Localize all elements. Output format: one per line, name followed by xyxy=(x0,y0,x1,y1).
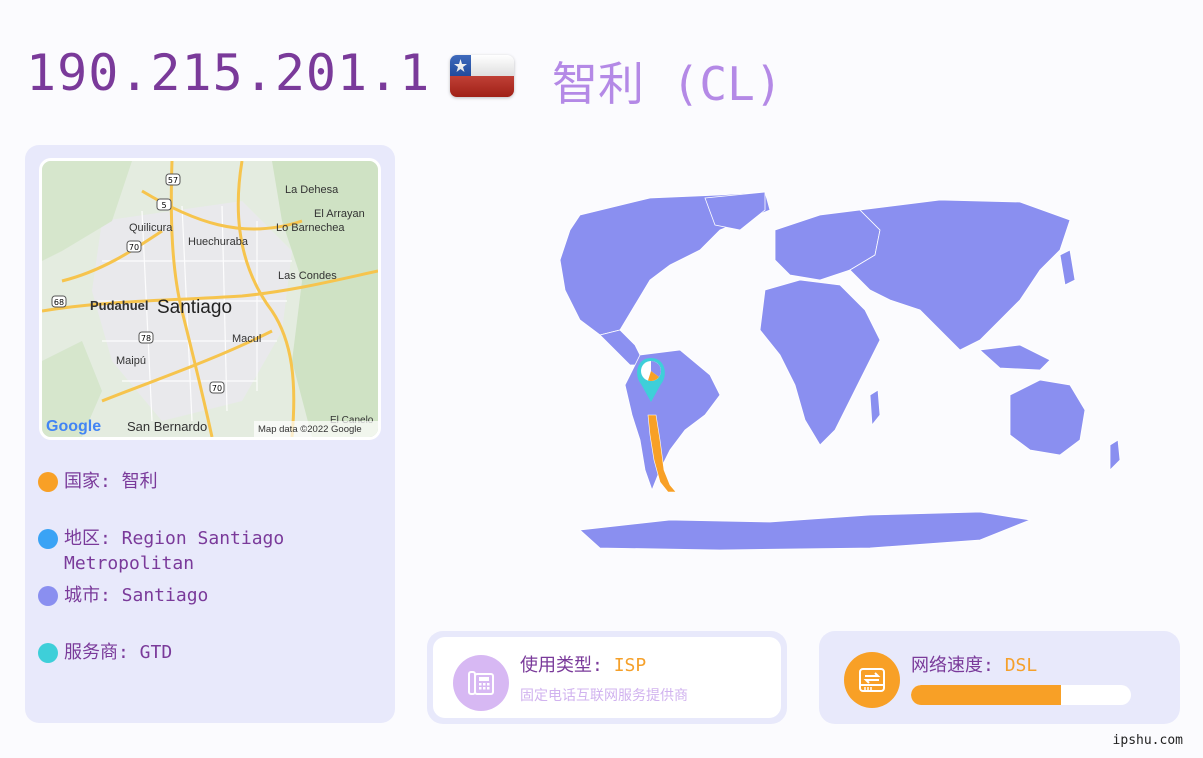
map-label-lo-barnechea: Lo Barnechea xyxy=(276,222,345,234)
new-zealand xyxy=(1109,439,1121,471)
usage-type-description: 固定电话互联网服务提供商 xyxy=(520,688,688,704)
indonesia xyxy=(979,344,1051,371)
route-shield-70b: 70 xyxy=(212,384,222,393)
network-speed-card: 网络速度: DSL xyxy=(819,631,1180,724)
map-label-el-arrayan: El Arrayan xyxy=(314,208,365,220)
network-speed-label: 网络速度: DSL xyxy=(911,655,1038,676)
map-label-san-bernardo: San Bernardo xyxy=(127,419,207,434)
phone-icon xyxy=(453,655,509,711)
page-root: 190.215.201.1 智利 (CL) 57 5 70 68 78 70 L… xyxy=(0,0,1203,758)
location-info-card: 57 5 70 68 78 70 La Dehesa El Arrayan Qu… xyxy=(25,145,395,723)
map-label-macul: Macul xyxy=(232,333,261,345)
blue-dot-icon xyxy=(38,529,58,549)
speed-progress-track xyxy=(911,685,1131,705)
route-shield-5: 5 xyxy=(161,201,166,210)
australia xyxy=(1009,379,1086,456)
santiago-mini-map[interactable]: 57 5 70 68 78 70 La Dehesa El Arrayan Qu… xyxy=(39,158,381,440)
madagascar xyxy=(869,389,881,427)
map-label-pudahuel: Pudahuel xyxy=(90,298,149,313)
google-logo: Google xyxy=(46,418,101,435)
map-label-las-condes: Las Condes xyxy=(278,270,337,282)
africa xyxy=(759,279,881,446)
usage-type-inner: 使用类型: ISP 固定电话互联网服务提供商 xyxy=(433,637,781,718)
route-shield-70: 70 xyxy=(129,243,139,252)
route-shield-68: 68 xyxy=(54,298,64,307)
map-label-quilicura: Quilicura xyxy=(129,222,173,234)
network-speed-value: DSL xyxy=(1004,655,1038,676)
world-map[interactable] xyxy=(420,170,1180,570)
japan xyxy=(1059,249,1076,286)
teal-dot-icon xyxy=(38,643,58,663)
asia xyxy=(849,199,1071,351)
periwinkle-dot-icon xyxy=(38,586,58,606)
map-label-maipu: Maipú xyxy=(116,355,146,367)
info-isp: 服务商: GTD xyxy=(38,640,172,665)
orange-dot-icon xyxy=(38,472,58,492)
info-city: 城市: Santiago xyxy=(38,583,208,608)
info-region: 地区: Region Santiago Metropolitan xyxy=(38,526,284,576)
map-label-santiago: Santiago xyxy=(157,297,232,318)
network-device-icon xyxy=(844,652,900,708)
map-label-la-dehesa: La Dehesa xyxy=(285,184,339,196)
map-label-huechuraba: Huechuraba xyxy=(188,236,249,248)
info-country: 国家: 智利 xyxy=(38,469,158,494)
site-footer[interactable]: ipshu.com xyxy=(1113,733,1183,748)
ip-address-title: 190.215.201.1 xyxy=(26,44,431,102)
map-attribution: Map data ©2022 Google xyxy=(258,424,362,435)
chile-flag-icon xyxy=(450,55,514,97)
usage-type-card: 使用类型: ISP 固定电话互联网服务提供商 xyxy=(427,631,787,724)
country-title: 智利 (CL) xyxy=(552,57,783,111)
speed-progress-fill xyxy=(911,685,1061,705)
usage-type-label: 使用类型: ISP xyxy=(520,655,647,676)
usage-type-value: ISP xyxy=(613,655,647,676)
route-shield-78: 78 xyxy=(141,334,151,343)
antarctica xyxy=(579,511,1032,551)
route-shield-57: 57 xyxy=(168,176,178,185)
